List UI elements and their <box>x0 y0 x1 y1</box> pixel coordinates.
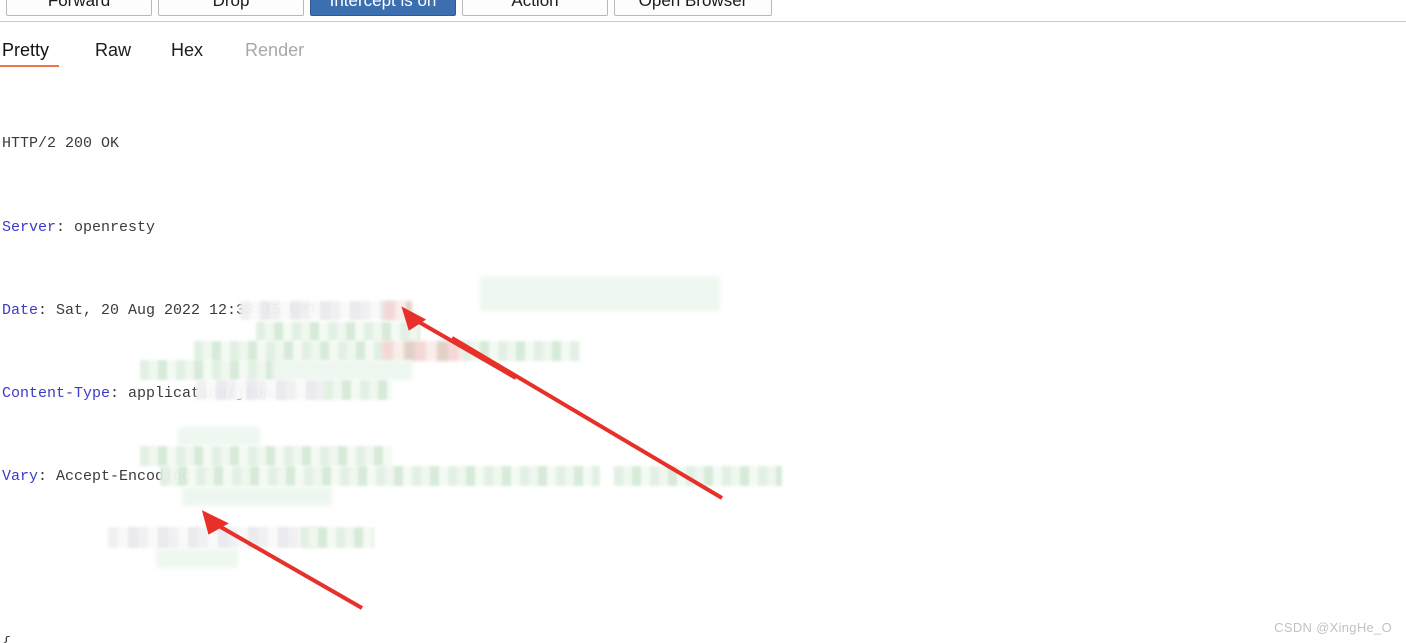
message-view-tabs: Pretty Raw Hex Render <box>0 38 1406 73</box>
brace-text: { <box>2 635 11 643</box>
header-value: openresty <box>65 218 156 236</box>
header-name: Content-Type <box>2 384 111 402</box>
status-text: HTTP/2 200 OK <box>2 135 120 153</box>
intercept-toggle-button[interactable]: Intercept is on <box>310 0 456 16</box>
drop-button[interactable]: Drop <box>158 0 304 16</box>
header-name: Date <box>2 301 39 319</box>
header-colon: : <box>56 218 66 236</box>
header-value: application/json <box>119 384 273 402</box>
header-value: Accept-Encoding <box>47 468 192 486</box>
forward-button[interactable]: Forward <box>6 0 152 16</box>
header-vary: Vary: Accept-Encoding <box>0 467 1406 488</box>
tab-hex[interactable]: Hex <box>161 38 213 67</box>
tab-raw[interactable]: Raw <box>85 38 141 67</box>
header-name: Server <box>2 218 57 236</box>
burp-action-toolbar: Forward Drop Intercept is on Action Open… <box>0 0 1406 22</box>
header-server: Server: openresty <box>0 218 1406 239</box>
response-status-line: HTTP/2 200 OK <box>0 134 1406 155</box>
header-content-type: Content-Type: application/json <box>0 384 1406 405</box>
header-value: Sat, 20 Aug 2022 12:33:15 GMT <box>47 301 318 319</box>
header-colon: : <box>110 384 120 402</box>
json-open-brace: { <box>0 634 1406 643</box>
open-browser-button[interactable]: Open Browser <box>614 0 772 16</box>
header-name: Vary <box>2 468 39 486</box>
tab-pretty[interactable]: Pretty <box>0 38 60 67</box>
http-response-viewer[interactable]: HTTP/2 200 OK Server: openresty Date: Sa… <box>0 72 1406 643</box>
header-colon: : <box>38 468 48 486</box>
header-colon: : <box>38 301 48 319</box>
header-date: Date: Sat, 20 Aug 2022 12:33:15 GMT <box>0 301 1406 322</box>
tab-render[interactable]: Render <box>235 38 314 67</box>
action-button[interactable]: Action <box>462 0 608 16</box>
csdn-watermark: CSDN @XingHe_O <box>1274 620 1392 635</box>
blank-separator-line <box>0 550 1406 571</box>
